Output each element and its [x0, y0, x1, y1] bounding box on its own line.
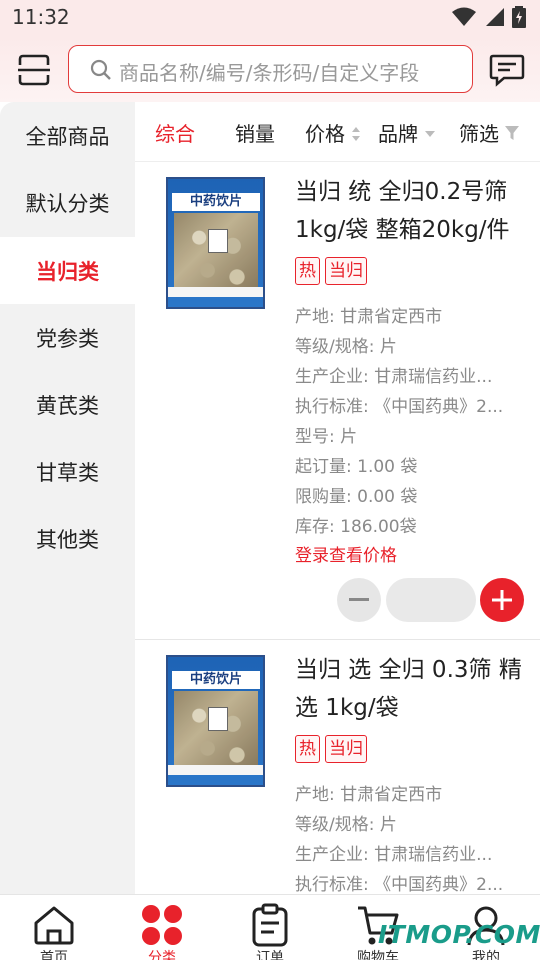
- tag-category: 当归: [325, 257, 367, 285]
- sidebar-item-all[interactable]: 全部商品: [0, 102, 135, 169]
- product-standard: 执行标准: 《中国药典》2...: [295, 875, 504, 894]
- product-image[interactable]: 中药饮片: [166, 177, 265, 309]
- product-standard: 执行标准: 《中国药典》2...: [295, 397, 504, 417]
- product-min-order: 起订量: 1.00 袋: [295, 457, 418, 477]
- product-image-text: 中药饮片: [172, 193, 260, 211]
- product-title[interactable]: 当归 选 全归 0.3筛 精选 1kg/袋: [295, 651, 530, 727]
- sort-comprehensive[interactable]: 综合: [155, 118, 195, 147]
- quantity-increase-button[interactable]: [480, 578, 524, 622]
- product-tags: 热 当归: [295, 257, 367, 285]
- home-icon: [34, 906, 74, 945]
- order-icon: [252, 903, 288, 947]
- package-label: [208, 707, 228, 731]
- product-tags: 热 当归: [295, 735, 367, 763]
- nav-category-label: 分类: [148, 950, 176, 960]
- product-list: 中药饮片 当归 统 全归0.2号筛 1kg/袋 整箱20kg/件 热 当归 产地…: [135, 162, 540, 894]
- product-grade: 等级/规格: 片: [295, 337, 397, 357]
- search-placeholder: 商品名称/编号/条形码/自定义字段: [119, 61, 420, 85]
- category-icon: [142, 905, 182, 945]
- nav-category[interactable]: 分类: [108, 895, 216, 960]
- package-band: [168, 765, 263, 775]
- filter-brand[interactable]: 品牌: [378, 118, 436, 147]
- product-purchase-limit: 限购量: 0.00 袋: [295, 487, 418, 507]
- tag-category: 当归: [325, 735, 367, 763]
- sidebar-item-huangqi[interactable]: 黄芪类: [0, 371, 135, 438]
- product-origin: 产地: 甘肃省定西市: [295, 785, 443, 805]
- filter-button[interactable]: 筛选: [459, 118, 520, 147]
- product-model: 型号: 片: [295, 427, 358, 447]
- sidebar-item-gancao[interactable]: 甘草类: [0, 438, 135, 505]
- sort-price[interactable]: 价格: [305, 118, 361, 147]
- product-card[interactable]: 中药饮片 当归 统 全归0.2号筛 1kg/袋 整箱20kg/件 热 当归 产地…: [135, 162, 540, 640]
- product-stock: 库存: 186.00袋: [295, 517, 417, 537]
- funnel-icon: [505, 126, 520, 140]
- plus-icon: [492, 590, 512, 610]
- sort-price-label: 价格: [305, 122, 345, 146]
- package-label: [208, 229, 228, 253]
- category-sidebar: 全部商品 默认分类 当归类 党参类 黄芪类 甘草类 其他类: [0, 102, 135, 894]
- chevron-down-icon: [425, 131, 436, 137]
- message-icon: [489, 54, 525, 87]
- top-bar: 商品名称/编号/条形码/自定义字段: [0, 36, 540, 102]
- product-origin: 产地: 甘肃省定西市: [295, 307, 443, 327]
- nav-orders[interactable]: 订单: [216, 895, 324, 960]
- nav-orders-label: 订单: [256, 950, 284, 960]
- sort-arrows-icon: [352, 127, 361, 141]
- nav-home-label: 首页: [40, 950, 68, 960]
- status-time: 11:32: [12, 5, 70, 29]
- herb-slices-graphic: [174, 691, 258, 773]
- status-bar: 11:32: [0, 0, 540, 36]
- herb-slices-graphic: [174, 213, 258, 295]
- product-grade: 等级/规格: 片: [295, 815, 397, 835]
- quantity-input[interactable]: [386, 578, 476, 622]
- search-input[interactable]: 商品名称/编号/条形码/自定义字段: [68, 45, 473, 93]
- product-image[interactable]: 中药饮片: [166, 655, 265, 787]
- tag-hot: 热: [295, 735, 320, 763]
- sidebar-item-default[interactable]: 默认分类: [0, 169, 135, 236]
- sort-sales[interactable]: 销量: [235, 118, 275, 147]
- signal-icon: [486, 8, 504, 26]
- nav-home[interactable]: 首页: [0, 895, 108, 960]
- sidebar-item-dangshen[interactable]: 党参类: [0, 304, 135, 371]
- sidebar-item-other[interactable]: 其他类: [0, 505, 135, 572]
- package-band: [168, 287, 263, 297]
- minus-icon: [349, 598, 369, 601]
- filter-label: 筛选: [459, 122, 499, 146]
- quantity-decrease-button[interactable]: [337, 578, 381, 622]
- product-card[interactable]: 中药饮片 当归 选 全归 0.3筛 精选 1kg/袋 热 当归 产地: 甘肃省定…: [135, 640, 540, 894]
- login-view-price-link[interactable]: 登录查看价格: [295, 541, 397, 566]
- search-icon: [90, 59, 111, 80]
- watermark: ITMOP.COM: [378, 920, 540, 949]
- tag-hot: 热: [295, 257, 320, 285]
- filter-brand-label: 品牌: [378, 122, 418, 146]
- sort-filter-bar: 综合 销量 价格 品牌 筛选: [135, 102, 540, 162]
- battery-charging-icon: [512, 6, 526, 28]
- scan-icon: [18, 54, 50, 86]
- product-manufacturer: 生产企业: 甘肃瑞信药业...: [295, 367, 493, 387]
- product-title[interactable]: 当归 统 全归0.2号筛 1kg/袋 整箱20kg/件: [295, 173, 530, 249]
- product-manufacturer: 生产企业: 甘肃瑞信药业...: [295, 845, 493, 865]
- message-button[interactable]: [488, 52, 526, 88]
- wifi-icon: [452, 7, 476, 26]
- product-image-text: 中药饮片: [172, 671, 260, 689]
- status-icons: [452, 6, 526, 28]
- scan-button[interactable]: [16, 52, 52, 88]
- sidebar-item-danggui[interactable]: 当归类: [0, 237, 135, 304]
